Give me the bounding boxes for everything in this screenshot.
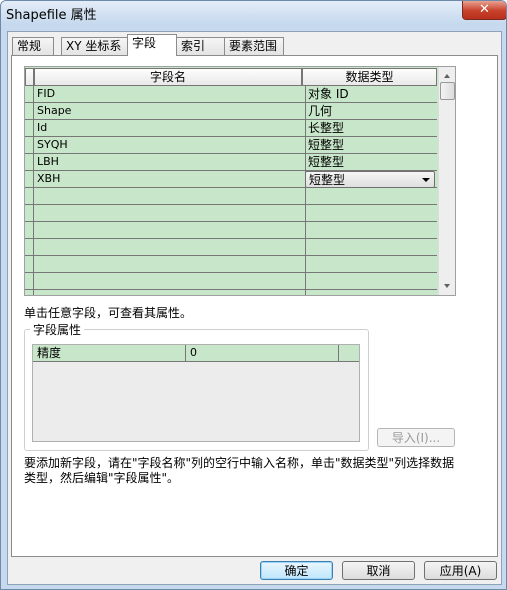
ok-button[interactable]: 确定 [260,561,333,580]
close-icon: ✕ [479,2,490,17]
scroll-down-icon[interactable] [444,284,450,288]
row-header[interactable] [25,171,34,187]
empty-row[interactable] [25,290,437,295]
cancel-button[interactable]: 取消 [342,561,415,580]
data-type-cell[interactable]: 短整型 [305,137,439,153]
dialog-client: 常规 XY 坐标系 字段 索引 要素范围 字段名 数据类型 FID 对象 ID S… [7,31,502,585]
field-name-cell[interactable]: LBH [34,154,306,170]
vertical-scrollbar[interactable] [438,67,455,295]
row-header[interactable] [25,120,34,136]
chevron-down-icon[interactable] [422,178,430,182]
empty-row[interactable] [25,273,437,290]
field-name-cell[interactable]: Shape [34,103,306,119]
row-header[interactable] [25,137,34,153]
corner-header [25,68,34,86]
data-type-cell[interactable]: 对象 ID [305,86,439,102]
table-row[interactable]: FID 对象 ID [25,86,437,103]
properties-window: Shapefile 属性 ✕ 常规 XY 坐标系 字段 索引 要素范围 字段名 … [0,0,507,590]
fields-panel: 字段名 数据类型 FID 对象 ID Shape 几何 Id 长整型 SYQH 短整型 … [11,55,498,557]
window-title: Shapefile 属性 [6,8,97,23]
empty-row[interactable] [25,256,437,273]
title-bar[interactable]: Shapefile 属性 ✕ [1,1,506,25]
data-type-cell[interactable]: 几何 [305,103,439,119]
tab-indexes[interactable]: 索引 [176,37,226,55]
field-name-cell[interactable]: SYQH [34,137,306,153]
click-field-hint: 单击任意字段，可查看其属性。 [24,306,193,320]
data-type-dropdown[interactable]: 短整型 [305,171,435,188]
header-data-type[interactable]: 数据类型 [302,68,437,86]
close-button[interactable]: ✕ [462,1,506,20]
dropdown-value: 短整型 [309,173,346,187]
tab-xy-coordinate-system[interactable]: XY 坐标系 [61,37,129,55]
apply-button[interactable]: 应用(A) [424,561,497,580]
row-header[interactable] [25,103,34,119]
field-name-cell[interactable]: XBH [34,171,306,187]
table-row[interactable]: SYQH 短整型 [25,137,437,154]
property-name-cell: 精度 [33,345,186,361]
scroll-up-icon[interactable] [444,74,450,78]
property-value-cell[interactable]: 0 [186,345,339,361]
empty-row[interactable] [25,222,437,239]
property-row[interactable]: 精度 0 [33,345,359,362]
table-row[interactable]: Shape 几何 [25,103,437,120]
empty-row[interactable] [25,205,437,222]
add-field-hint: 要添加新字段，请在"字段名称"列的空行中输入名称，单击"数据类型"列选择数据类型… [24,456,455,485]
field-name-cell[interactable]: FID [34,86,306,102]
row-header[interactable] [25,154,34,170]
data-type-cell[interactable]: 长整型 [305,120,439,136]
field-name-cell[interactable]: Id [34,120,306,136]
table-row[interactable]: LBH 短整型 [25,154,437,171]
field-table: 字段名 数据类型 FID 对象 ID Shape 几何 Id 长整型 SYQH 短整型 … [24,66,456,296]
empty-row[interactable] [25,188,437,205]
row-header[interactable] [25,86,34,102]
tab-fields[interactable]: 字段 [127,34,177,56]
tab-feature-extent[interactable]: 要素范围 [224,37,284,55]
data-type-cell[interactable]: 短整型 [305,154,439,170]
import-button[interactable]: 导入(I)... [377,428,455,447]
header-field-name[interactable]: 字段名 [34,68,302,86]
table-row[interactable]: Id 长整型 [25,120,437,137]
field-properties-label: 字段属性 [30,321,85,338]
scroll-thumb[interactable] [440,82,455,100]
empty-row[interactable] [25,239,437,256]
table-row[interactable]: XBH 短整型 [25,171,437,188]
tab-general[interactable]: 常规 [12,37,54,55]
field-properties-grid: 精度 0 [32,344,360,442]
